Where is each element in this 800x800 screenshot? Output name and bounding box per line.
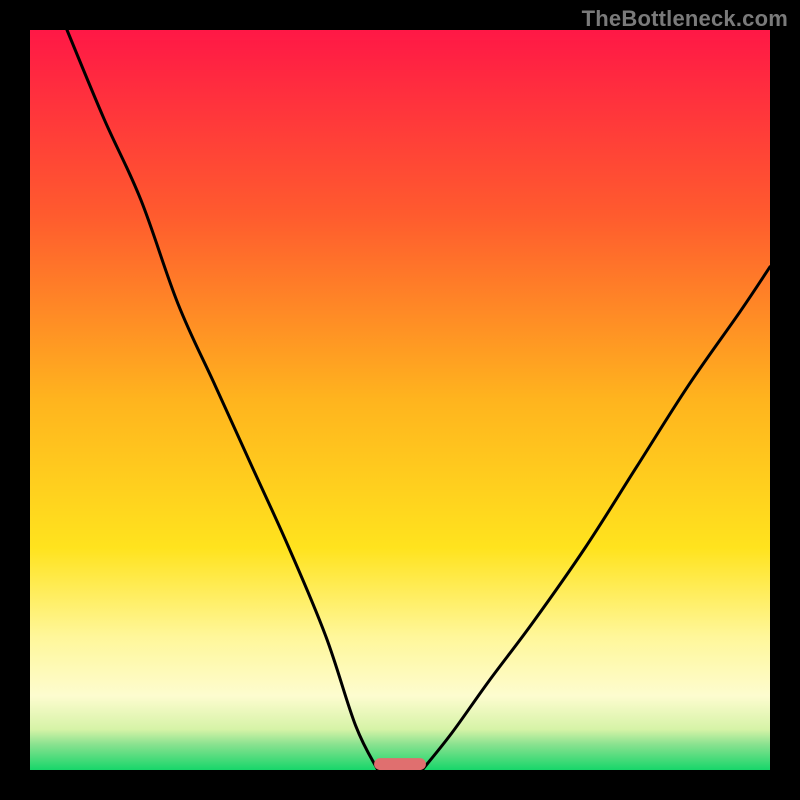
gradient-background <box>30 30 770 770</box>
chart-frame: TheBottleneck.com <box>0 0 800 800</box>
bottleneck-indicator <box>374 758 426 770</box>
attribution-label: TheBottleneck.com <box>582 6 788 32</box>
bottleneck-chart <box>0 0 800 800</box>
